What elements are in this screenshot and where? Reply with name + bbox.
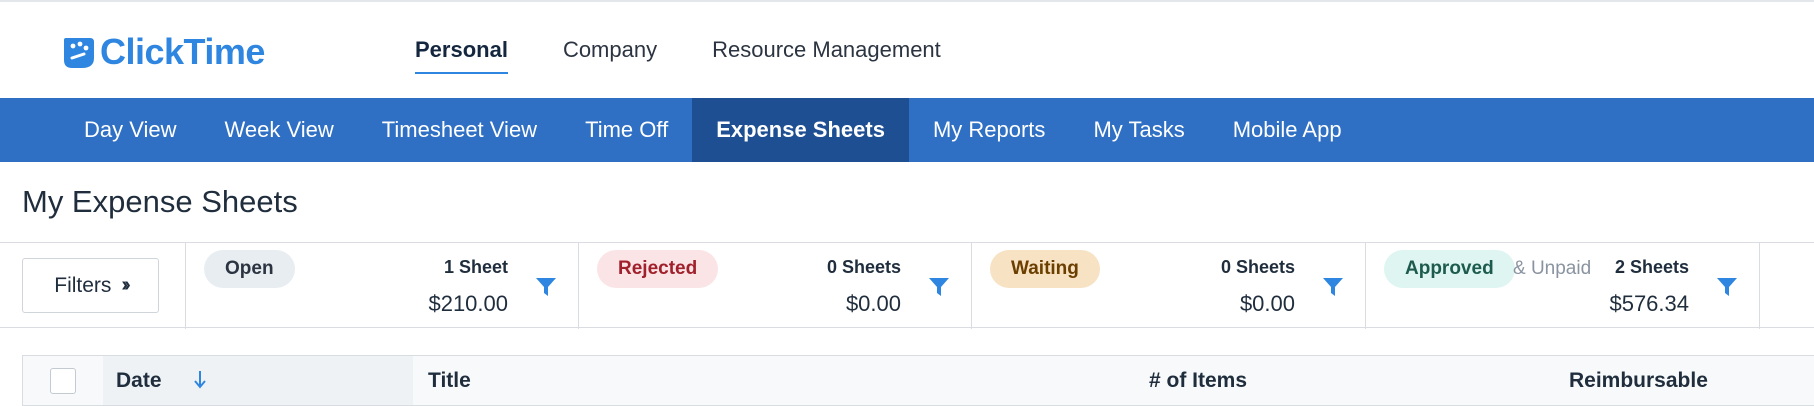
filter-funnel-icon[interactable] — [1322, 276, 1344, 298]
status-pill-waiting: Waiting — [990, 250, 1100, 288]
filters-button[interactable]: Filters ›› — [22, 258, 159, 313]
clicktime-logo-icon — [64, 38, 94, 68]
page-title: My Expense Sheets — [22, 184, 298, 219]
select-all-checkbox[interactable] — [50, 368, 76, 394]
subnav-timesheet-view[interactable]: Timesheet View — [358, 98, 561, 162]
status-pill-open: Open — [204, 250, 295, 288]
status-waiting[interactable]: Waiting 0 Sheets $0.00 — [971, 243, 1365, 329]
filter-funnel-icon[interactable] — [1716, 276, 1738, 298]
subnav-mobile-app[interactable]: Mobile App — [1209, 98, 1366, 162]
status-count: 2 Sheets — [1614, 257, 1689, 277]
status-filter-bar: Filters ›› Open 1 Sheet $210.00 Rejected… — [0, 242, 1814, 329]
column-title[interactable]: Title — [428, 356, 471, 405]
column-item-count[interactable]: # of Items — [1149, 356, 1247, 405]
subnav-day-view[interactable]: Day View — [60, 98, 201, 162]
subnav-my-reports[interactable]: My Reports — [909, 98, 1069, 162]
topnav-personal[interactable]: Personal — [415, 2, 508, 98]
column-reimbursable[interactable]: Reimbursable — [1569, 356, 1708, 405]
status-pill-rejected: Rejected — [597, 250, 719, 288]
subnav-expense-sheets[interactable]: Expense Sheets — [692, 98, 909, 162]
status-count: 1 Sheet — [443, 257, 508, 277]
status-open[interactable]: Open 1 Sheet $210.00 — [185, 243, 578, 329]
sort-down-arrow-icon[interactable] — [193, 369, 207, 389]
status-amount: $0.00 — [1239, 291, 1295, 316]
sub-nav: Day View Week View Timesheet View Time O… — [0, 98, 1814, 162]
column-date[interactable]: Date — [116, 356, 162, 405]
subnav-time-off[interactable]: Time Off — [561, 98, 692, 162]
status-count: 0 Sheets — [826, 257, 901, 277]
app-header: ClickTime Personal Company Resource Mana… — [0, 2, 1814, 98]
topnav-resource-management[interactable]: Resource Management — [712, 2, 941, 98]
status-rejected[interactable]: Rejected 0 Sheets $0.00 — [578, 243, 971, 329]
status-amount: $576.34 — [1609, 291, 1689, 316]
subnav-week-view[interactable]: Week View — [201, 98, 358, 162]
topnav-company[interactable]: Company — [563, 2, 657, 98]
filter-funnel-icon[interactable] — [928, 276, 950, 298]
status-pill-approved: Approved — [1384, 250, 1515, 288]
status-approved[interactable]: Approved & Unpaid 2 Sheets $576.34 — [1365, 243, 1759, 329]
logo-text: ClickTime — [100, 31, 265, 72]
double-chevron-right-icon: ›› — [121, 274, 131, 296]
status-amount: $210.00 — [428, 291, 508, 316]
expense-table-header: Date Title # of Items Reimbursable — [22, 355, 1814, 406]
top-nav: Personal Company Resource Management — [415, 2, 941, 98]
filters-label: Filters — [54, 273, 112, 297]
status-amount: $0.00 — [845, 291, 901, 316]
clicktime-logo[interactable]: ClickTime — [60, 30, 265, 74]
divider — [1759, 243, 1760, 329]
subnav-my-tasks[interactable]: My Tasks — [1069, 98, 1208, 162]
status-count: 0 Sheets — [1220, 257, 1295, 277]
filter-funnel-icon[interactable] — [535, 276, 557, 298]
